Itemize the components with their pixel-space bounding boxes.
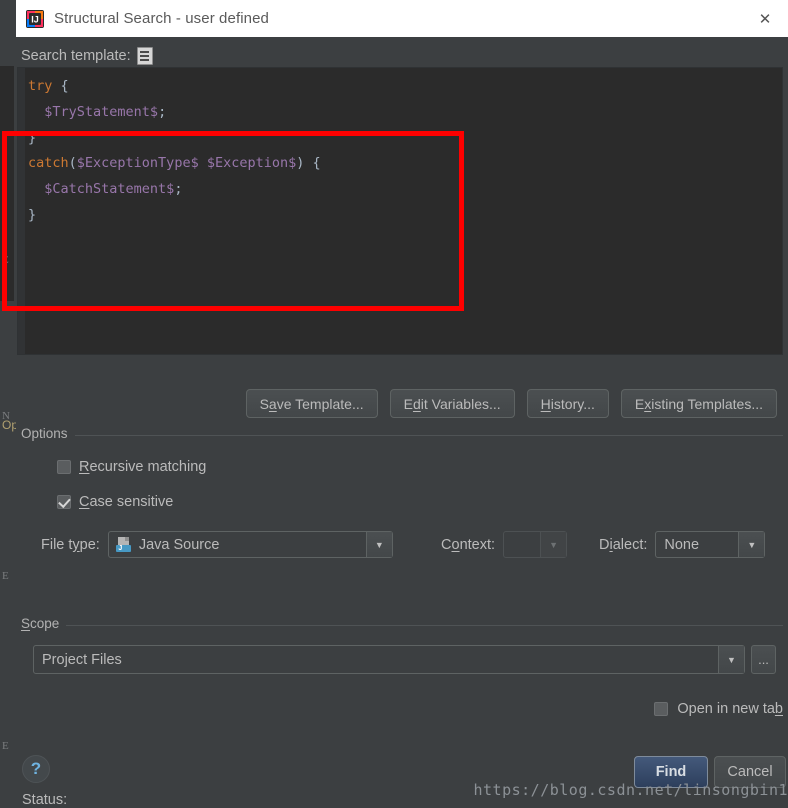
dialog-title: Structural Search - user defined bbox=[54, 10, 269, 27]
case-sensitive-checkbox-box[interactable] bbox=[57, 495, 71, 509]
scope-value: Project Files bbox=[42, 651, 122, 668]
scope-group-title: Scope bbox=[21, 616, 67, 631]
dialect-combo[interactable]: None ▼ bbox=[655, 531, 766, 558]
code-token: ; bbox=[158, 103, 167, 120]
dialog-titlebar: IJ Structural Search - user defined ✕ bbox=[16, 0, 788, 37]
open-in-new-tab-checkbox[interactable]: Open in new tab bbox=[654, 701, 783, 717]
code-line: try { bbox=[28, 74, 778, 100]
background-text-fragment: 1 bbox=[2, 296, 8, 308]
code-line: $TryStatement$; bbox=[28, 100, 778, 126]
options-group: Options Recursive matching Case sensitiv… bbox=[21, 426, 783, 605]
code-line: } bbox=[28, 203, 778, 229]
open-in-new-tab-checkbox-box[interactable] bbox=[654, 702, 669, 716]
background-text-fragment: E bbox=[2, 254, 9, 266]
save-template-button[interactable]: Sa ve Template... bbox=[245, 389, 378, 418]
context-label: Context: bbox=[441, 536, 496, 553]
recursive-matching-checkbox-box[interactable] bbox=[57, 460, 71, 474]
dialect-chevron-down-icon[interactable]: ▼ bbox=[738, 532, 765, 557]
file-type-label: File type: bbox=[41, 536, 100, 553]
status-label: Status: bbox=[22, 792, 68, 808]
code-token: $ExceptionType$ bbox=[76, 155, 199, 172]
scope-combo[interactable]: Project Files ▼ bbox=[33, 645, 745, 674]
edit-variables-button[interactable]: Ed it Variables... bbox=[389, 389, 515, 418]
search-template-label: Search template: bbox=[21, 48, 131, 64]
open-in-new-tab-label: Open in new tab bbox=[677, 701, 783, 717]
structural-search-dialog: IJ Structural Search - user defined ✕ Se… bbox=[2, 0, 788, 808]
editor-code[interactable]: try { $TryStatement$;} catch($ExceptionTy… bbox=[28, 74, 778, 229]
intellij-idea-icon: IJ bbox=[26, 9, 44, 28]
recursive-matching-label: Recursive matching bbox=[79, 459, 207, 475]
background-text-fragment: 1 bbox=[2, 276, 8, 288]
code-token: $Exception$ bbox=[206, 155, 297, 172]
code-token: { bbox=[52, 78, 69, 94]
dialect-field: Dialect: None ▼ bbox=[599, 531, 766, 558]
code-line: } bbox=[28, 126, 778, 152]
code-token: ) { bbox=[296, 155, 321, 172]
recursive-matching-checkbox[interactable]: Recursive matching bbox=[57, 459, 206, 475]
dialog-body: Search template: try { $TryStatement$;} c… bbox=[2, 37, 788, 808]
code-line: catch($ExceptionType$ $Exception$) { bbox=[28, 151, 778, 177]
close-icon[interactable]: ✕ bbox=[742, 0, 788, 37]
existing-templates-button[interactable]: Ex isting Templates... bbox=[620, 389, 777, 418]
background-text-fragment: E bbox=[2, 570, 9, 582]
dialect-value: None bbox=[664, 536, 700, 553]
options-group-title: Options bbox=[21, 426, 75, 441]
case-sensitive-checkbox[interactable]: Case sensitive bbox=[57, 494, 173, 510]
history-button[interactable]: History... bbox=[526, 389, 609, 418]
template-button-row: Sa ve Template... Ed it Variables... History… bbox=[16, 389, 782, 418]
search-template-editor[interactable]: try { $TryStatement$;} catch($ExceptionTy… bbox=[2, 67, 783, 355]
code-token: ( bbox=[68, 155, 77, 172]
code-token: $TryStatement$ bbox=[44, 103, 159, 120]
context-field: Context: ▼ bbox=[441, 531, 568, 558]
dialect-label: Dialect: bbox=[599, 536, 648, 553]
code-token: catch bbox=[28, 155, 69, 172]
scope-field: Project Files ▼ ... bbox=[33, 645, 776, 674]
code-line: $CatchStatement$; bbox=[28, 177, 778, 203]
background-text-fragment: E bbox=[2, 740, 9, 752]
code-token: } bbox=[28, 129, 37, 146]
template-list-icon[interactable] bbox=[136, 47, 153, 65]
file-type-value: Java Source bbox=[138, 536, 220, 553]
editor-gutter bbox=[18, 68, 25, 354]
code-token: $CatchStatement$ bbox=[44, 181, 175, 198]
file-type-combo[interactable]: J Java Source ▼ bbox=[107, 531, 393, 558]
search-template-header: Search template: bbox=[21, 47, 153, 65]
context-chevron-down-icon: ▼ bbox=[540, 532, 567, 557]
help-question-icon[interactable]: ? bbox=[22, 755, 50, 783]
java-source-icon: J bbox=[115, 537, 131, 552]
svg-text:IJ: IJ bbox=[31, 14, 39, 24]
scope-browse-button[interactable]: ... bbox=[751, 645, 776, 674]
screen: E11NEE Op IJ Structural Search - user de… bbox=[0, 0, 788, 808]
code-token: try bbox=[28, 78, 53, 94]
scope-group: Scope Project Files ▼ ... bbox=[21, 616, 783, 685]
scope-chevron-down-icon[interactable]: ▼ bbox=[718, 646, 744, 673]
case-sensitive-label: Case sensitive bbox=[79, 494, 174, 510]
options-group-line bbox=[21, 435, 783, 436]
context-combo: ▼ bbox=[503, 531, 568, 558]
file-type-chevron-down-icon[interactable]: ▼ bbox=[365, 532, 392, 557]
code-token: } bbox=[28, 206, 37, 223]
code-token: ; bbox=[174, 181, 183, 198]
file-type-field: File type: J Java Source ▼ bbox=[41, 531, 393, 558]
scope-group-line bbox=[21, 625, 783, 626]
